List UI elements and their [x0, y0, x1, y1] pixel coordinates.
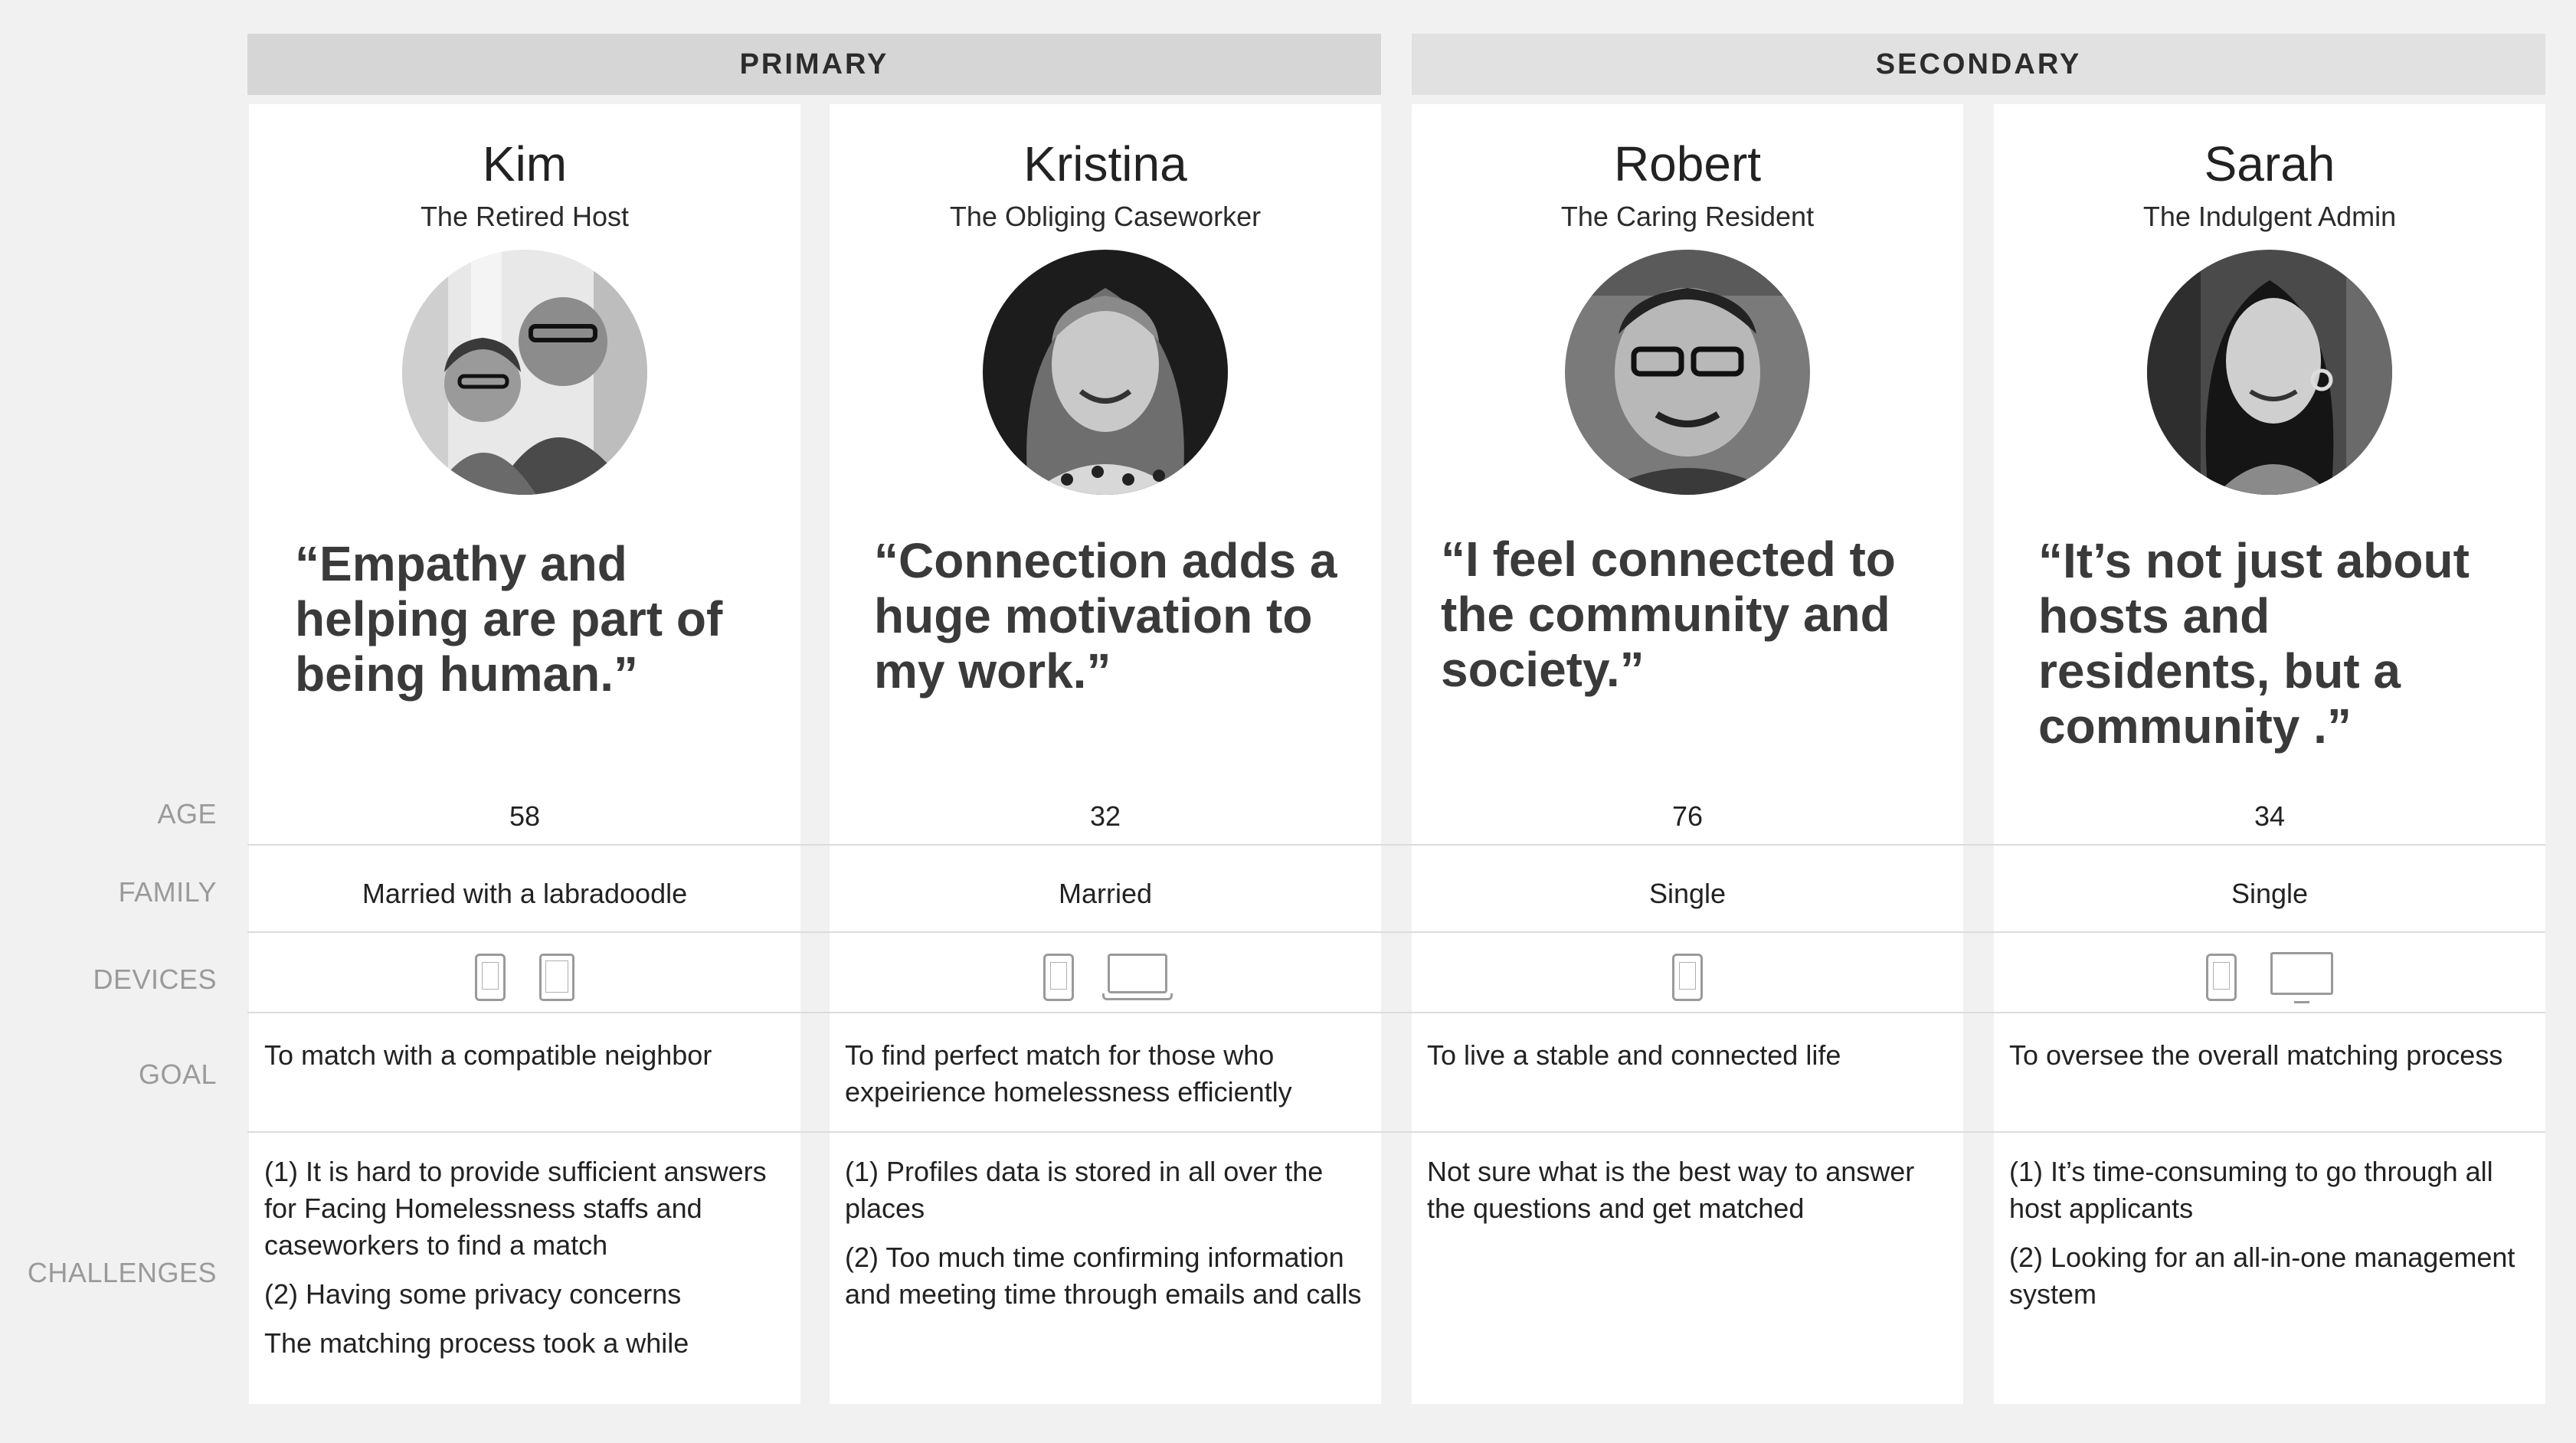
family-value: Single: [2231, 878, 2309, 909]
avatar: [1565, 250, 1810, 495]
persona-quote: “I feel connected to the community and s…: [1441, 532, 1896, 697]
goal-value: To oversee the overall matching process: [2009, 1039, 2503, 1071]
persona-card-kristina: Kristina The Obliging Caseworker “Connec…: [830, 104, 1381, 1404]
row-label-challenges: CHALLENGES: [27, 1257, 217, 1288]
challenge-item: (2) Looking for an all-in-one management…: [2009, 1242, 2515, 1310]
avatar: [983, 250, 1228, 495]
age-value: 32: [1089, 800, 1121, 832]
challenges-list: (1) It is hard to provide sufficient ans…: [249, 1153, 800, 1374]
persona-quote: “Connection adds a huge motivation to my…: [874, 533, 1337, 699]
challenge-item: The matching process took a while: [264, 1327, 689, 1359]
row-label-goal: GOAL: [138, 1059, 217, 1090]
row-label-devices: DEVICES: [93, 964, 217, 995]
avatar: [2147, 250, 2392, 495]
goal-value: To match with a compatible neighbor: [264, 1039, 712, 1071]
persona-name: Kristina: [1023, 136, 1187, 191]
goal-value: To live a stable and connected life: [1427, 1039, 1841, 1071]
age-value: 76: [1671, 800, 1704, 832]
persona-name: Kim: [482, 136, 568, 191]
persona-role: The Caring Resident: [1560, 201, 1815, 232]
persona-quote: “It’s not just about hosts and residents…: [2038, 533, 2470, 754]
persona-card-kim: Kim The Retired Host “Empathy and helpin…: [249, 104, 800, 1404]
persona-card-sarah: Sarah The Indulgent Admin “It’s not just…: [1994, 104, 2545, 1404]
phone-icon: [475, 954, 506, 1001]
persona-card-robert: Robert The Caring Resident “I feel conne…: [1412, 104, 1963, 1404]
challenge-item: (2) Too much time confirming information…: [845, 1242, 1362, 1310]
row-divider: [247, 931, 2545, 933]
group-header-primary: PRIMARY: [247, 34, 1381, 95]
row-divider: [247, 1012, 2545, 1013]
challenge-item: (2) Having some privacy concerns: [264, 1278, 682, 1310]
phone-icon: [2206, 954, 2237, 1001]
row-label-family: FAMILY: [118, 876, 217, 908]
persona-quote: “Empathy and helping are part of being h…: [295, 536, 723, 702]
avatar: [402, 250, 647, 495]
persona-role: The Obliging Caseworker: [949, 201, 1262, 232]
devices-cell: [830, 947, 1381, 1008]
challenge-item: (1) It is hard to provide sufficient ans…: [264, 1156, 767, 1261]
persona-name: Robert: [1613, 136, 1762, 191]
devices-cell: [1994, 947, 2545, 1008]
devices-cell: [249, 947, 800, 1008]
family-value: Single: [1648, 878, 1727, 909]
challenge-item: (1) Profiles data is stored in all over …: [845, 1156, 1324, 1224]
devices-cell: [1412, 947, 1963, 1008]
age-value: 58: [509, 800, 541, 832]
challenges-list: Not sure what is the best way to answer …: [1412, 1153, 1963, 1239]
family-value: Married: [1058, 878, 1153, 909]
challenges-list: (1) Profiles data is stored in all over …: [830, 1153, 1381, 1325]
family-value: Married with a labradoodle: [362, 878, 688, 909]
tablet-icon: [539, 954, 574, 1001]
challenges-list: (1) It’s time-consuming to go through al…: [1994, 1153, 2545, 1325]
row-label-age: AGE: [157, 798, 217, 829]
laptop-icon: [1102, 954, 1173, 1000]
persona-role: The Retired Host: [420, 201, 630, 232]
goal-value: To find perfect match for those who expe…: [845, 1039, 1292, 1108]
challenge-item: Not sure what is the best way to answer …: [1427, 1156, 1915, 1224]
age-value: 34: [2254, 800, 2286, 832]
group-header-secondary: SECONDARY: [1412, 34, 2545, 95]
row-divider: [247, 1131, 2545, 1133]
persona-name: Sarah: [2204, 136, 2335, 191]
row-divider: [247, 844, 2545, 846]
phone-icon: [1672, 954, 1703, 1001]
challenge-item: (1) It’s time-consuming to go through al…: [2009, 1156, 2493, 1224]
phone-icon: [1043, 954, 1074, 1001]
monitor-icon: [2270, 952, 2333, 1003]
persona-role: The Indulgent Admin: [2142, 201, 2397, 232]
